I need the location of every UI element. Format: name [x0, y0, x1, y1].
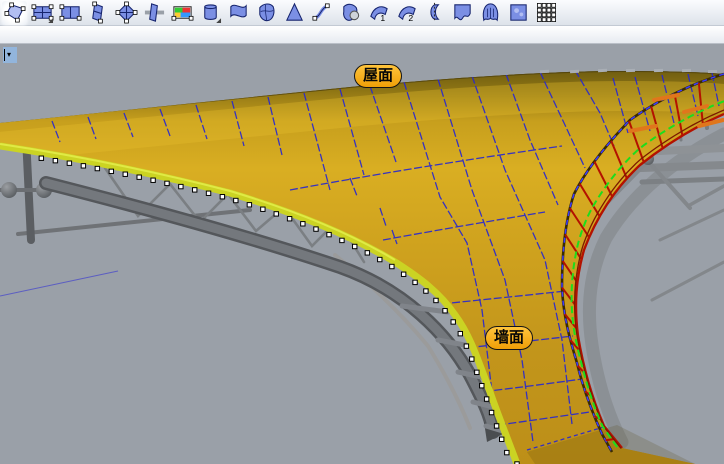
control-point[interactable] — [109, 169, 113, 173]
vertical-plane-icon — [87, 1, 110, 24]
wall-surface-label[interactable]: 墙面 — [485, 326, 533, 350]
surface-corner-points-icon — [3, 1, 26, 24]
control-point[interactable] — [193, 188, 197, 192]
svg-text:2: 2 — [408, 13, 413, 23]
toolbar-button-extrude-along-curve[interactable] — [310, 1, 335, 25]
control-point[interactable] — [480, 384, 484, 388]
point-grid-icon — [535, 1, 558, 24]
control-point[interactable] — [484, 397, 488, 401]
control-point[interactable] — [401, 272, 405, 276]
toolbar-button-curtain-surface[interactable] — [450, 1, 475, 25]
toolbar-button-point-grid[interactable] — [534, 1, 559, 25]
toolbar-button-drape-surface[interactable] — [478, 1, 503, 25]
control-point[interactable] — [500, 437, 504, 441]
control-point[interactable] — [39, 156, 43, 160]
toolbar-gap — [0, 26, 724, 44]
control-point[interactable] — [434, 298, 438, 302]
control-point[interactable] — [424, 289, 428, 293]
control-point[interactable] — [365, 251, 369, 255]
surface-from-points-icon — [115, 1, 138, 24]
chevron-down-icon: ▾ — [7, 51, 11, 59]
revolve-icon — [423, 1, 446, 24]
control-point[interactable] — [458, 331, 462, 335]
toolbar-button-rectangular-plane[interactable] — [30, 1, 55, 25]
loft-icon — [227, 1, 250, 24]
viewport-scene[interactable] — [0, 44, 724, 464]
toolbar-button-vertical-plane[interactable] — [86, 1, 111, 25]
cutting-plane-icon — [143, 1, 166, 24]
heightfield-from-image-icon — [507, 1, 530, 24]
toolbar-button-surface-from-network[interactable] — [254, 1, 279, 25]
roof-surface-label[interactable]: 屋面 — [354, 64, 402, 88]
toolbar-button-sweep-2-rails[interactable]: 2 — [394, 1, 419, 25]
rectangular-plane-icon — [31, 1, 54, 24]
toolbar-button-surface-corner-points[interactable] — [2, 1, 27, 25]
toolbar-button-heightfield-from-image[interactable] — [506, 1, 531, 25]
control-point[interactable] — [353, 244, 357, 248]
sweep-1-rail-icon: 1 — [367, 1, 390, 24]
control-point[interactable] — [179, 184, 183, 188]
toolbar-button-picture-frame[interactable] — [170, 1, 195, 25]
rail-revolve-icon — [339, 1, 362, 24]
control-point[interactable] — [165, 181, 169, 185]
toolbar-button-sweep-1-rail[interactable]: 1 — [366, 1, 391, 25]
control-point[interactable] — [314, 227, 318, 231]
control-point[interactable] — [494, 424, 498, 428]
3d-viewport[interactable]: ▾ 屋面 墙面 — [0, 44, 724, 464]
sweep-2-rails-icon: 2 — [395, 1, 418, 24]
control-point[interactable] — [390, 264, 394, 268]
toolbar-button-cutting-plane[interactable] — [142, 1, 167, 25]
control-point[interactable] — [53, 158, 57, 162]
curtain-surface-icon — [451, 1, 474, 24]
surface-toolbar: 12 — [0, 0, 724, 26]
control-point[interactable] — [327, 232, 331, 236]
control-point[interactable] — [475, 370, 479, 374]
extrude-curve-icon — [199, 1, 222, 24]
control-point[interactable] — [505, 450, 509, 454]
control-point[interactable] — [137, 175, 141, 179]
plane-3-points-icon — [59, 1, 82, 24]
extrude-to-point-icon — [283, 1, 306, 24]
control-point[interactable] — [413, 280, 417, 284]
toolbar-button-extrude-curve[interactable] — [198, 1, 223, 25]
control-point[interactable] — [95, 166, 99, 170]
drape-surface-icon — [479, 1, 502, 24]
svg-text:1: 1 — [380, 13, 385, 23]
control-point[interactable] — [451, 320, 455, 324]
control-point[interactable] — [234, 198, 238, 202]
control-point[interactable] — [378, 257, 382, 261]
toolbar-button-rail-revolve[interactable] — [338, 1, 363, 25]
toolbar-button-surface-from-points[interactable] — [114, 1, 139, 25]
control-point[interactable] — [261, 207, 265, 211]
control-point[interactable] — [340, 238, 344, 242]
control-point[interactable] — [206, 191, 210, 195]
toolbar-button-loft[interactable] — [226, 1, 251, 25]
truss-ball-joint — [1, 182, 17, 198]
control-point[interactable] — [287, 217, 291, 221]
toolbar-button-extrude-to-point[interactable] — [282, 1, 307, 25]
control-point[interactable] — [301, 222, 305, 226]
viewport-menu-button[interactable]: ▾ — [3, 47, 17, 63]
background-construction-line — [0, 271, 118, 296]
control-point[interactable] — [67, 161, 71, 165]
cad-window: 12 — [0, 0, 724, 464]
toolbar-button-revolve[interactable] — [422, 1, 447, 25]
toolbar-button-plane-3-points[interactable] — [58, 1, 83, 25]
picture-frame-icon — [171, 1, 194, 24]
control-point[interactable] — [464, 344, 468, 348]
control-point[interactable] — [151, 178, 155, 182]
control-point[interactable] — [123, 172, 127, 176]
control-point[interactable] — [247, 203, 251, 207]
control-point[interactable] — [220, 195, 224, 199]
control-point[interactable] — [81, 164, 85, 168]
surface-from-network-icon — [255, 1, 278, 24]
control-point[interactable] — [470, 357, 474, 361]
control-point[interactable] — [489, 410, 493, 414]
control-point[interactable] — [274, 212, 278, 216]
extrude-along-curve-icon — [311, 1, 334, 24]
control-point[interactable] — [443, 309, 447, 313]
